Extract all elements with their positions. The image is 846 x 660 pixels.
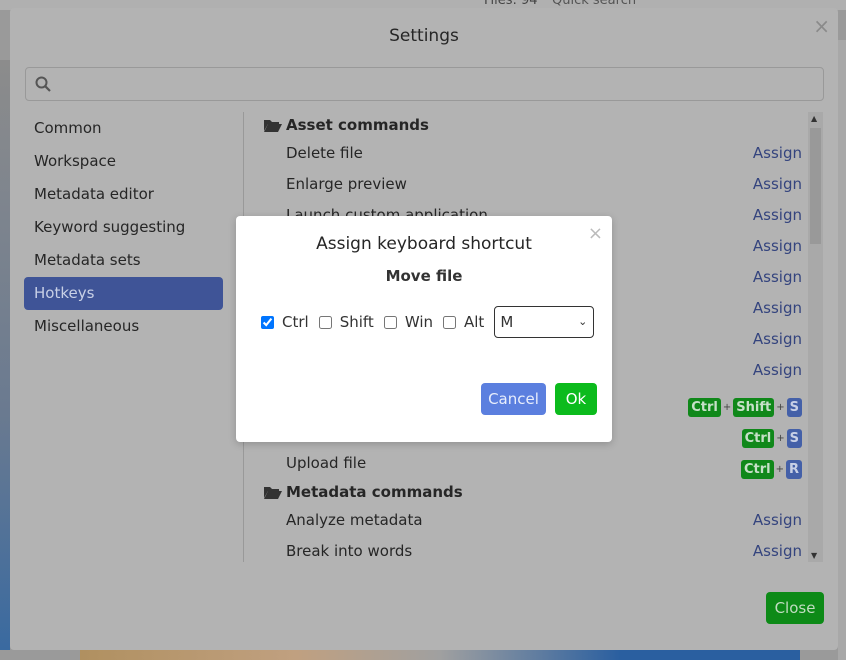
key-badge: S xyxy=(786,398,802,417)
settings-nav: Common Workspace Metadata editor Keyword su… xyxy=(24,112,223,343)
nav-item-hotkeys[interactable]: Hotkeys xyxy=(24,277,223,310)
command-label: Enlarge preview xyxy=(286,175,407,193)
modifier-badge: Ctrl xyxy=(688,398,721,417)
nav-item-workspace[interactable]: Workspace xyxy=(24,145,223,178)
modifier-row: Ctrl Shift Win Alt M ⌄ xyxy=(261,306,595,338)
ctrl-label: Ctrl xyxy=(282,313,309,331)
command-label: Analyze metadata xyxy=(286,511,423,529)
cancel-button[interactable]: Cancel xyxy=(481,383,546,415)
background-thumbnails-bottom xyxy=(80,650,800,660)
nav-item-metadata-editor[interactable]: Metadata editor xyxy=(24,178,223,211)
folder-open-icon xyxy=(264,487,282,499)
assign-link[interactable]: Assign xyxy=(753,169,802,200)
assign-link[interactable]: Assign xyxy=(753,324,802,355)
assign-link[interactable]: Assign xyxy=(753,138,802,169)
assign-link[interactable]: Assign xyxy=(753,536,802,562)
assign-shortcut-dialog: Assign keyboard shortcut × Move file Ctr… xyxy=(236,216,612,442)
key-select-value: M xyxy=(500,313,514,331)
ok-button[interactable]: Ok xyxy=(555,383,597,415)
shift-checkbox[interactable] xyxy=(318,315,332,329)
scroll-down-icon[interactable]: ▼ xyxy=(811,551,817,560)
command-label: Break into words xyxy=(286,542,413,560)
close-button[interactable]: Close xyxy=(766,592,824,624)
scrollbar-thumb[interactable] xyxy=(810,128,821,244)
folder-open-icon xyxy=(264,120,282,132)
hotkey-row: Enlarge preview Assign xyxy=(262,169,802,200)
hotkey-row: Break into words Assign xyxy=(262,536,802,562)
files-count: Files: 94 xyxy=(484,0,538,8)
settings-title: Settings xyxy=(389,26,459,46)
ctrl-checkbox[interactable] xyxy=(261,315,274,329)
dialog-command: Move file xyxy=(385,267,463,285)
group-header: Metadata commands xyxy=(262,479,802,505)
modifier-badge: Ctrl xyxy=(740,460,774,479)
alt-checkbox[interactable] xyxy=(443,315,456,329)
assign-link[interactable]: Assign xyxy=(753,505,802,536)
hotkey-row: Delete file Assign xyxy=(262,138,802,169)
key-select[interactable]: M ⌄ xyxy=(494,306,595,338)
assign-link[interactable]: Assign xyxy=(753,355,802,386)
nav-item-keyword-suggesting[interactable]: Keyword suggesting xyxy=(24,211,223,244)
command-label: Upload file xyxy=(286,454,367,472)
modifier-badge: Shift xyxy=(733,398,775,417)
assign-link[interactable]: Assign xyxy=(753,231,802,262)
hotkey-row: Upload file Ctrl + R xyxy=(262,448,802,479)
settings-search-input[interactable] xyxy=(25,67,824,101)
win-label: Win xyxy=(404,313,433,331)
modifier-badge: Ctrl xyxy=(741,429,775,448)
dialog-close-icon[interactable]: × xyxy=(588,223,603,244)
scroll-up-icon[interactable]: ▲ xyxy=(811,114,817,123)
win-checkbox[interactable] xyxy=(383,315,397,329)
shift-label: Shift xyxy=(339,313,374,331)
hotkey-row: Analyze metadata Assign xyxy=(262,505,802,536)
nav-item-common[interactable]: Common xyxy=(24,112,223,145)
key-badge: S xyxy=(786,429,802,448)
quick-search-input[interactable]: Quick search xyxy=(552,0,636,8)
nav-item-miscellaneous[interactable]: Miscellaneous xyxy=(24,310,223,343)
command-label: Delete file xyxy=(286,144,363,162)
assign-link[interactable]: Assign xyxy=(753,262,802,293)
background-panel xyxy=(838,40,846,660)
settings-close-icon[interactable]: × xyxy=(813,14,830,38)
search-icon xyxy=(35,76,51,92)
alt-label: Alt xyxy=(464,313,485,331)
background-thumbnails xyxy=(0,60,10,650)
group-header: Asset commands xyxy=(262,112,802,138)
chevron-down-icon: ⌄ xyxy=(578,315,588,328)
key-badge: R xyxy=(785,460,802,479)
dialog-title: Assign keyboard shortcut xyxy=(316,234,532,254)
scrollbar[interactable]: ▲ ▼ xyxy=(808,112,823,562)
nav-item-metadata-sets[interactable]: Metadata sets xyxy=(24,244,223,277)
assign-link[interactable]: Assign xyxy=(753,200,802,231)
group-title: Metadata commands xyxy=(286,483,463,501)
group-title: Asset commands xyxy=(286,116,429,134)
assign-link[interactable]: Assign xyxy=(753,293,802,324)
